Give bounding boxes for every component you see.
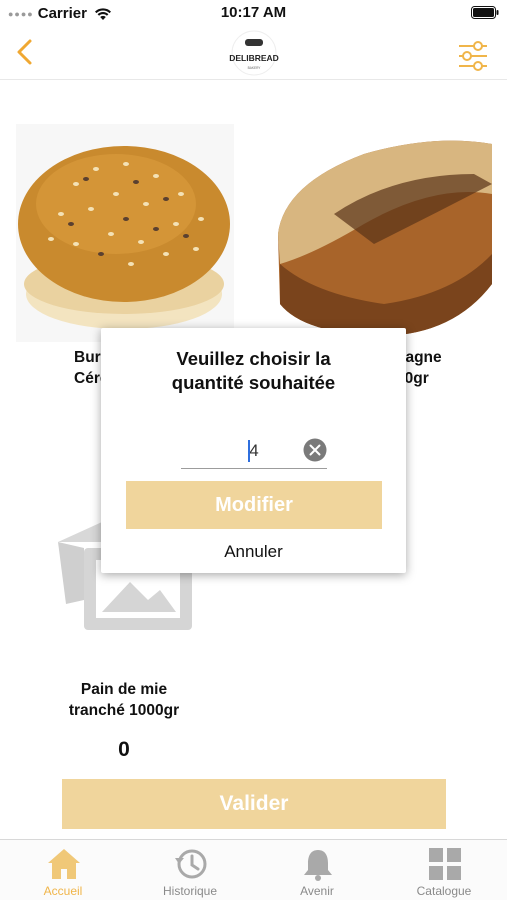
history-icon <box>175 849 207 879</box>
tab-accueil[interactable]: Accueil <box>0 840 126 900</box>
dialog-title-line: quantité souhaitée <box>171 372 336 393</box>
product-name-line: pagne <box>396 349 442 366</box>
delibread-logo: DELIBREAD BAKERY <box>229 30 279 76</box>
quantity-dialog: Veuillez choisir la quantité souhaitée M… <box>101 328 406 573</box>
text-caret <box>248 440 250 462</box>
product-quantity: 0 <box>118 738 130 761</box>
tab-catalogue[interactable]: Catalogue <box>381 840 507 900</box>
bell-icon <box>304 850 332 881</box>
tab-label: Historique <box>162 884 218 898</box>
product-name-line: 00gr <box>396 370 429 387</box>
tab-label: Catalogue <box>416 884 472 898</box>
dialog-title-line: Veuillez choisir la <box>176 348 331 369</box>
back-chevron-icon[interactable] <box>10 36 42 68</box>
status-bar: ●●●● Carrier 10:17 AM <box>0 0 507 26</box>
tab-label: Avenir <box>300 884 334 898</box>
tab-label: Accueil <box>43 884 83 898</box>
nav-bar: DELIBREAD BAKERY <box>0 26 507 80</box>
filter-sliders-icon[interactable] <box>457 39 489 73</box>
dialog-title: Veuillez choisir la quantité souhaitée <box>101 347 406 395</box>
svg-text:DELIBREAD: DELIBREAD <box>229 53 279 63</box>
burger-bun-image <box>16 124 234 342</box>
screen: ●●●● Carrier 10:17 AM DELIBREAD BAKERY B… <box>0 0 507 900</box>
product-name-line: Pain de mie <box>80 681 168 698</box>
clear-input-icon[interactable] <box>303 438 327 462</box>
country-bread-image <box>274 124 492 342</box>
tab-avenir[interactable]: Avenir <box>254 840 380 900</box>
home-icon <box>48 849 80 879</box>
product-name-line: tranché 1000gr <box>68 702 180 719</box>
tab-bar: Accueil Historique Avenir Catalogue <box>0 839 507 900</box>
svg-text:BAKERY: BAKERY <box>248 66 262 70</box>
product-image-burger-bun[interactable] <box>16 124 234 342</box>
modifier-button[interactable]: Modifier <box>126 481 382 529</box>
cancel-button[interactable]: Annuler <box>101 542 406 562</box>
valider-button[interactable]: Valider <box>62 779 446 829</box>
product-name-pain-de-mie: Pain de mie tranché 1000gr <box>40 679 208 721</box>
tab-historique[interactable]: Historique <box>127 840 253 900</box>
catalogue-icon <box>429 848 461 880</box>
product-name-country-bread: pagne 00gr <box>396 347 466 389</box>
status-time: 10:17 AM <box>220 4 287 21</box>
product-image-country-bread[interactable] <box>274 124 492 342</box>
battery-icon <box>471 6 499 19</box>
